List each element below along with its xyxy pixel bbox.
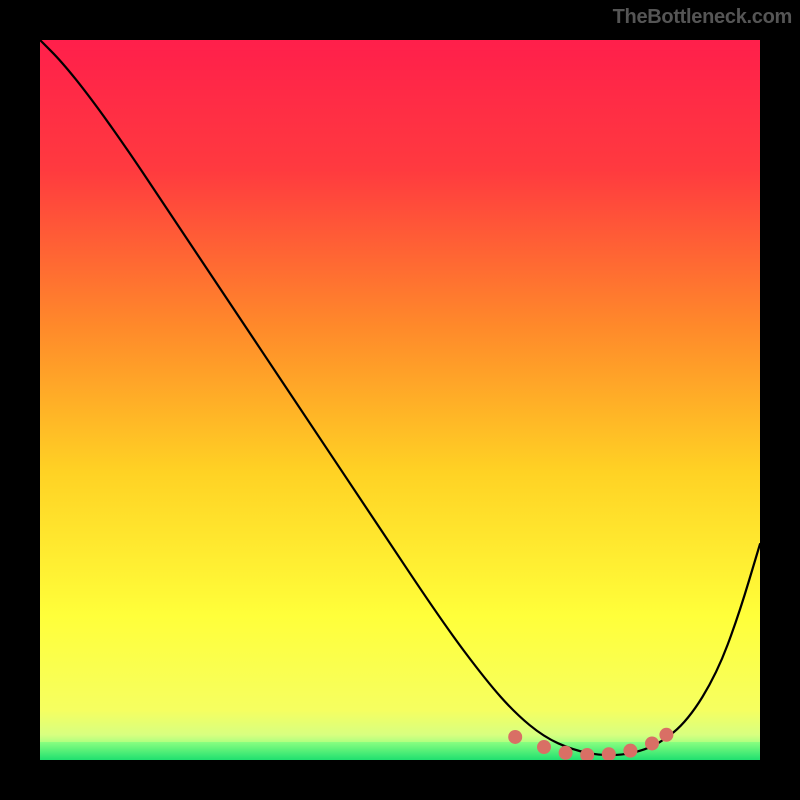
valley-marker (537, 740, 551, 754)
valley-marker (645, 736, 659, 750)
attribution-label: TheBottleneck.com (613, 6, 792, 29)
chart-svg (40, 40, 760, 760)
gradient-background (40, 40, 760, 760)
valley-marker (623, 744, 637, 758)
valley-marker (559, 746, 573, 760)
valley-marker (508, 730, 522, 744)
chart-frame: TheBottleneck.com (0, 0, 800, 800)
valley-marker (659, 728, 673, 742)
plot-area (40, 40, 760, 760)
